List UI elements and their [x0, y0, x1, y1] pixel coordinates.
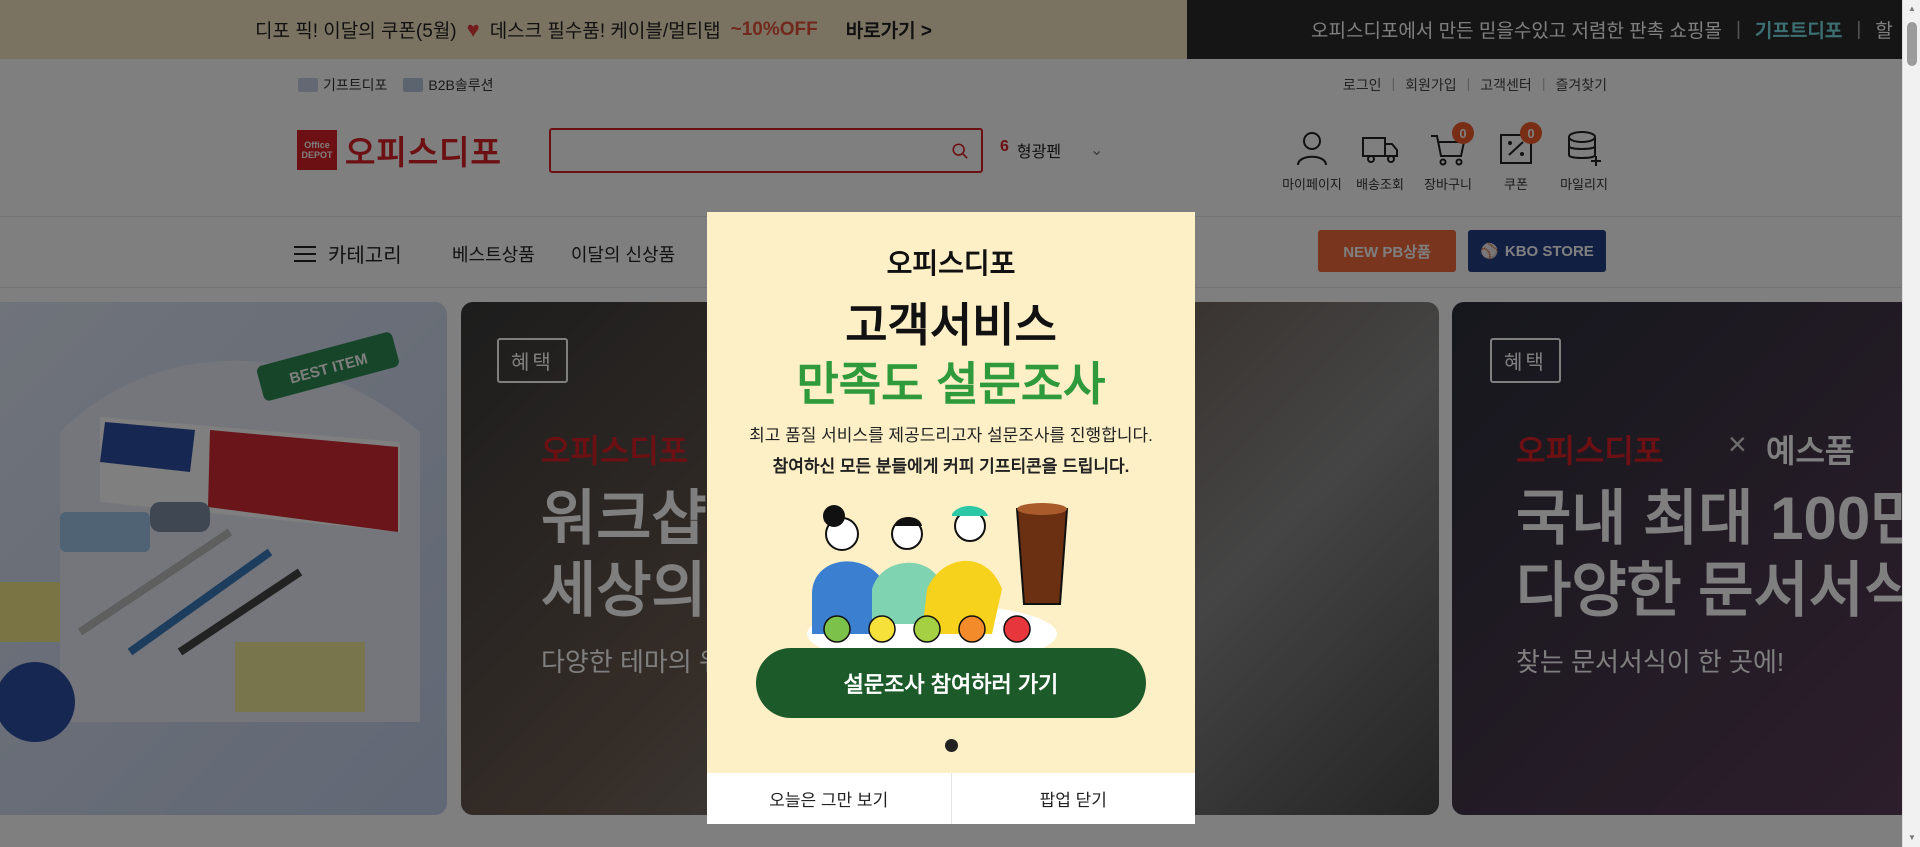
popup-footer: 오늘은 그만 보기 팝업 닫기: [707, 773, 1195, 824]
survey-popup: 오피스디포 고객서비스 만족도 설문조사 최고 품질 서비스를 제공드리고자 설…: [707, 212, 1195, 824]
survey-illustration: [807, 503, 1069, 654]
popup-brand: 오피스디포: [886, 248, 1016, 279]
page: 디포 픽! 이달의 쿠폰(5월) ♥ 데스크 필수품! 케이블/멀티탭 ~10%…: [0, 0, 1920, 847]
popup-subtitle: 만족도 설문조사: [796, 358, 1106, 410]
page-scrollbar[interactable]: ▲ ▼: [1902, 0, 1920, 847]
survey-cta-button[interactable]: 설문조사 참여하러 가기: [756, 648, 1146, 718]
close-popup-button[interactable]: 팝업 닫기: [952, 773, 1196, 824]
dont-show-today-button[interactable]: 오늘은 그만 보기: [707, 773, 952, 824]
popup-desc-line2: 참여하신 모든 분들에게 커피 기프티콘을 드립니다.: [772, 457, 1130, 476]
popup-desc-line1: 최고 품질 서비스를 제공드리고자 설문조사를 진행합니다.: [749, 426, 1153, 445]
popup-description: 최고 품질 서비스를 제공드리고자 설문조사를 진행합니다. 참여하신 모든 분…: [707, 420, 1195, 482]
scroll-up-arrow-icon[interactable]: ▲: [1907, 4, 1917, 14]
scroll-down-arrow-icon[interactable]: ▼: [1907, 833, 1917, 843]
carousel-dot[interactable]: [945, 739, 958, 752]
popup-title: 고객서비스: [845, 299, 1057, 351]
scrollbar-thumb[interactable]: [1907, 22, 1917, 66]
